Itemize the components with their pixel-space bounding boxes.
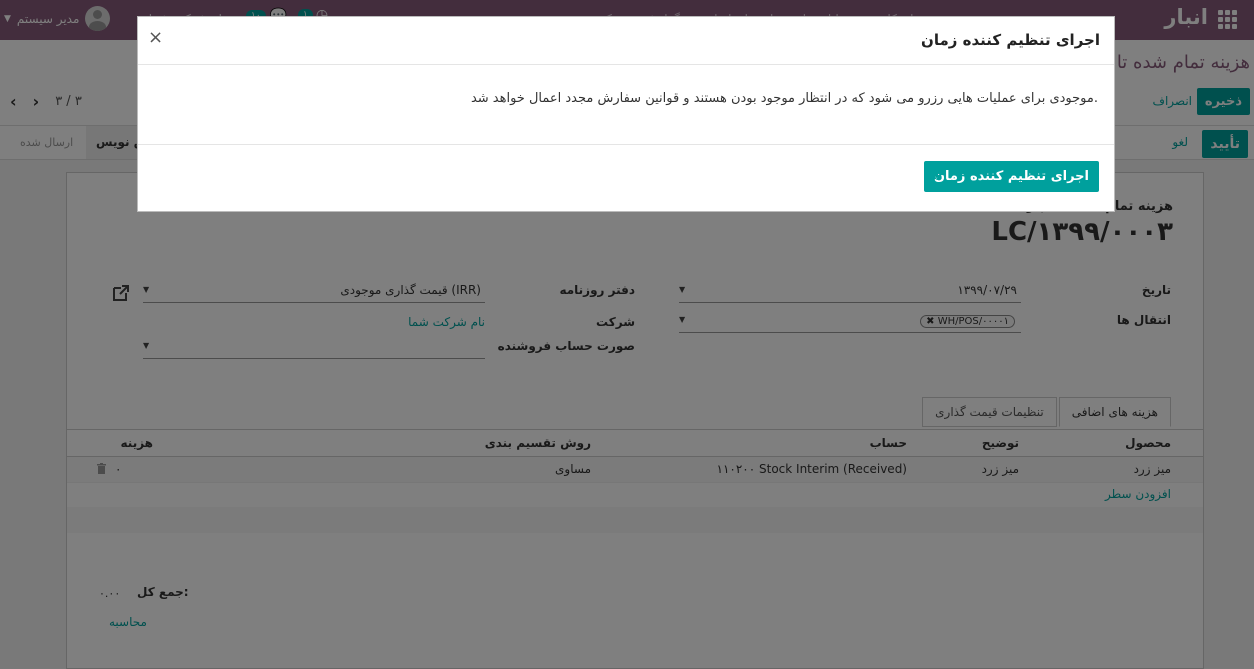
- modal-body: موجودی برای عملیات هایی رزرو می شود که د…: [138, 65, 1114, 145]
- modal-header: اجرای تنظیم کننده زمان ×: [138, 17, 1114, 65]
- modal-footer: اجرای تنظیم کننده زمان لغو: [138, 145, 1114, 211]
- modal-message: موجودی برای عملیات هایی رزرو می شود که د…: [470, 91, 1098, 106]
- modal-cancel-button[interactable]: لغو: [926, 169, 942, 183]
- run-scheduler-button[interactable]: اجرای تنظیم کننده زمان: [923, 161, 1099, 192]
- close-icon[interactable]: ×: [148, 27, 163, 48]
- modal-title: اجرای تنظیم کننده زمان: [921, 31, 1100, 49]
- scheduler-dialog: اجرای تنظیم کننده زمان × موجودی برای عمل…: [137, 16, 1115, 212]
